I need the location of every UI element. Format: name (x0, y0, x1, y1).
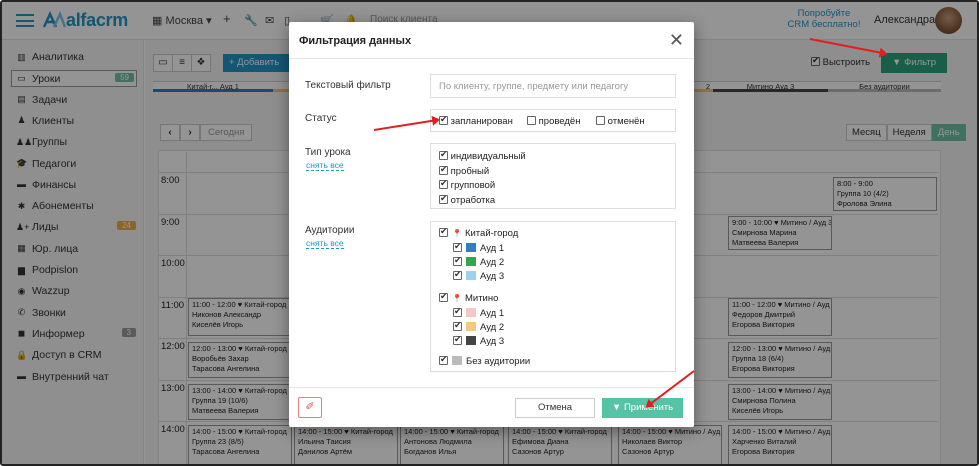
text-filter-label: Текстовый фильтр (305, 80, 391, 91)
lesson-type-clear-link[interactable]: снять все (306, 160, 344, 171)
lesson-type-option[interactable]: пробный (439, 164, 490, 177)
room-option[interactable]: Ауд 1 (453, 241, 505, 254)
app-window: alfacrm ▦ Москва ▾ + 🔧 ✉ ▯ 🛒 🔔 Поиск кли… (0, 0, 979, 466)
lesson-type-checkbox[interactable] (439, 164, 448, 175)
close-icon[interactable]: ✕ (669, 30, 684, 51)
room-checkbox[interactable] (453, 255, 462, 266)
lesson-type-label: отработка (450, 194, 496, 206)
room-option[interactable]: Ауд 2 (453, 255, 505, 268)
room-label: Ауд 2 (480, 256, 505, 268)
room-label: Ауд 1 (480, 242, 505, 254)
modal-header: Фильтрация данных ✕ (289, 22, 694, 59)
room-label: Ауд 2 (480, 321, 505, 333)
room-color-swatch (452, 356, 462, 366)
lesson-type-option[interactable]: индивидуальный (439, 149, 526, 162)
reset-filter-button[interactable]: ✐ (298, 397, 322, 418)
lesson-type-checkbox[interactable] (439, 149, 448, 160)
filter-modal: Фильтрация данных ✕ Текстовый фильтр По … (289, 22, 694, 427)
lesson-type-option[interactable]: групповой (439, 178, 496, 191)
status-option-label: запланирован (450, 116, 513, 127)
status-box: запланирован проведён отменён (430, 109, 676, 132)
status-checkbox[interactable] (527, 116, 536, 125)
room-color-swatch (466, 270, 476, 280)
rooms-label: Аудитории (305, 225, 355, 236)
status-option[interactable]: проведён (527, 116, 580, 127)
room-option[interactable]: Ауд 1 (453, 306, 505, 319)
room-color-swatch (466, 321, 476, 331)
room-checkbox[interactable] (453, 306, 462, 317)
location-pin-icon: 📍 (452, 294, 462, 304)
lesson-type-checkbox[interactable] (439, 178, 448, 189)
room-group-option[interactable]: 📍Митино (439, 291, 499, 305)
no-room-label: Без аудитории (466, 356, 531, 368)
text-filter-input[interactable]: По клиенту, группе, предмету или педагог… (430, 74, 676, 98)
status-checkbox[interactable] (596, 116, 605, 125)
room-checkbox[interactable] (453, 241, 462, 252)
status-option-label: проведён (538, 116, 581, 127)
status-option-label: отменён (607, 116, 645, 127)
room-checkbox[interactable] (453, 320, 462, 331)
status-option[interactable]: отменён (596, 116, 645, 127)
room-group-label: Китай-город (464, 228, 519, 239)
lesson-type-checkbox[interactable] (439, 193, 448, 204)
filter-icon: ▼ (611, 402, 622, 413)
status-label: Статус (305, 113, 337, 124)
lesson-type-label: индивидуальный (450, 151, 526, 162)
lesson-type-option[interactable]: отработка (439, 193, 496, 206)
room-checkbox[interactable] (453, 334, 462, 345)
room-option[interactable]: Ауд 3 (453, 269, 505, 282)
lesson-type-label: пробный (450, 165, 490, 177)
room-color-swatch (466, 307, 476, 317)
lesson-type-label: Тип урока (305, 147, 351, 158)
room-color-swatch (466, 336, 476, 345)
modal-title: Фильтрация данных (299, 35, 412, 47)
eraser-icon: ✐ (305, 401, 315, 413)
room-color-swatch (466, 256, 476, 266)
no-room-option[interactable]: Без аудитории (439, 354, 531, 368)
room-group-checkbox[interactable] (439, 226, 448, 237)
room-group-option[interactable]: 📍Китай-город (439, 226, 519, 239)
rooms-box: 📍Китай-городАуд 1Ауд 2Ауд 3📍МитиноАуд 1А… (430, 221, 676, 372)
status-option[interactable]: запланирован (439, 114, 513, 127)
rooms-clear-link[interactable]: снять все (306, 238, 344, 249)
room-label: Ауд 1 (480, 307, 505, 319)
footer-divider (289, 387, 694, 388)
room-group-label: Митино (464, 293, 499, 305)
room-label: Ауд 3 (480, 336, 505, 347)
room-label: Ауд 3 (480, 270, 505, 282)
cancel-button[interactable]: Отмена (515, 398, 595, 418)
room-group-checkbox[interactable] (439, 291, 448, 303)
room-option[interactable]: Ауд 2 (453, 320, 505, 333)
location-pin-icon: 📍 (452, 229, 462, 238)
lesson-type-label: групповой (450, 180, 496, 191)
no-room-checkbox[interactable] (439, 354, 448, 366)
room-color-swatch (466, 242, 476, 252)
room-checkbox[interactable] (453, 269, 462, 280)
room-option[interactable]: Ауд 3 (453, 334, 505, 347)
apply-button[interactable]: ▼ Применить (602, 398, 683, 418)
lesson-type-box: индивидуальный пробный групповой отработ… (430, 143, 676, 209)
